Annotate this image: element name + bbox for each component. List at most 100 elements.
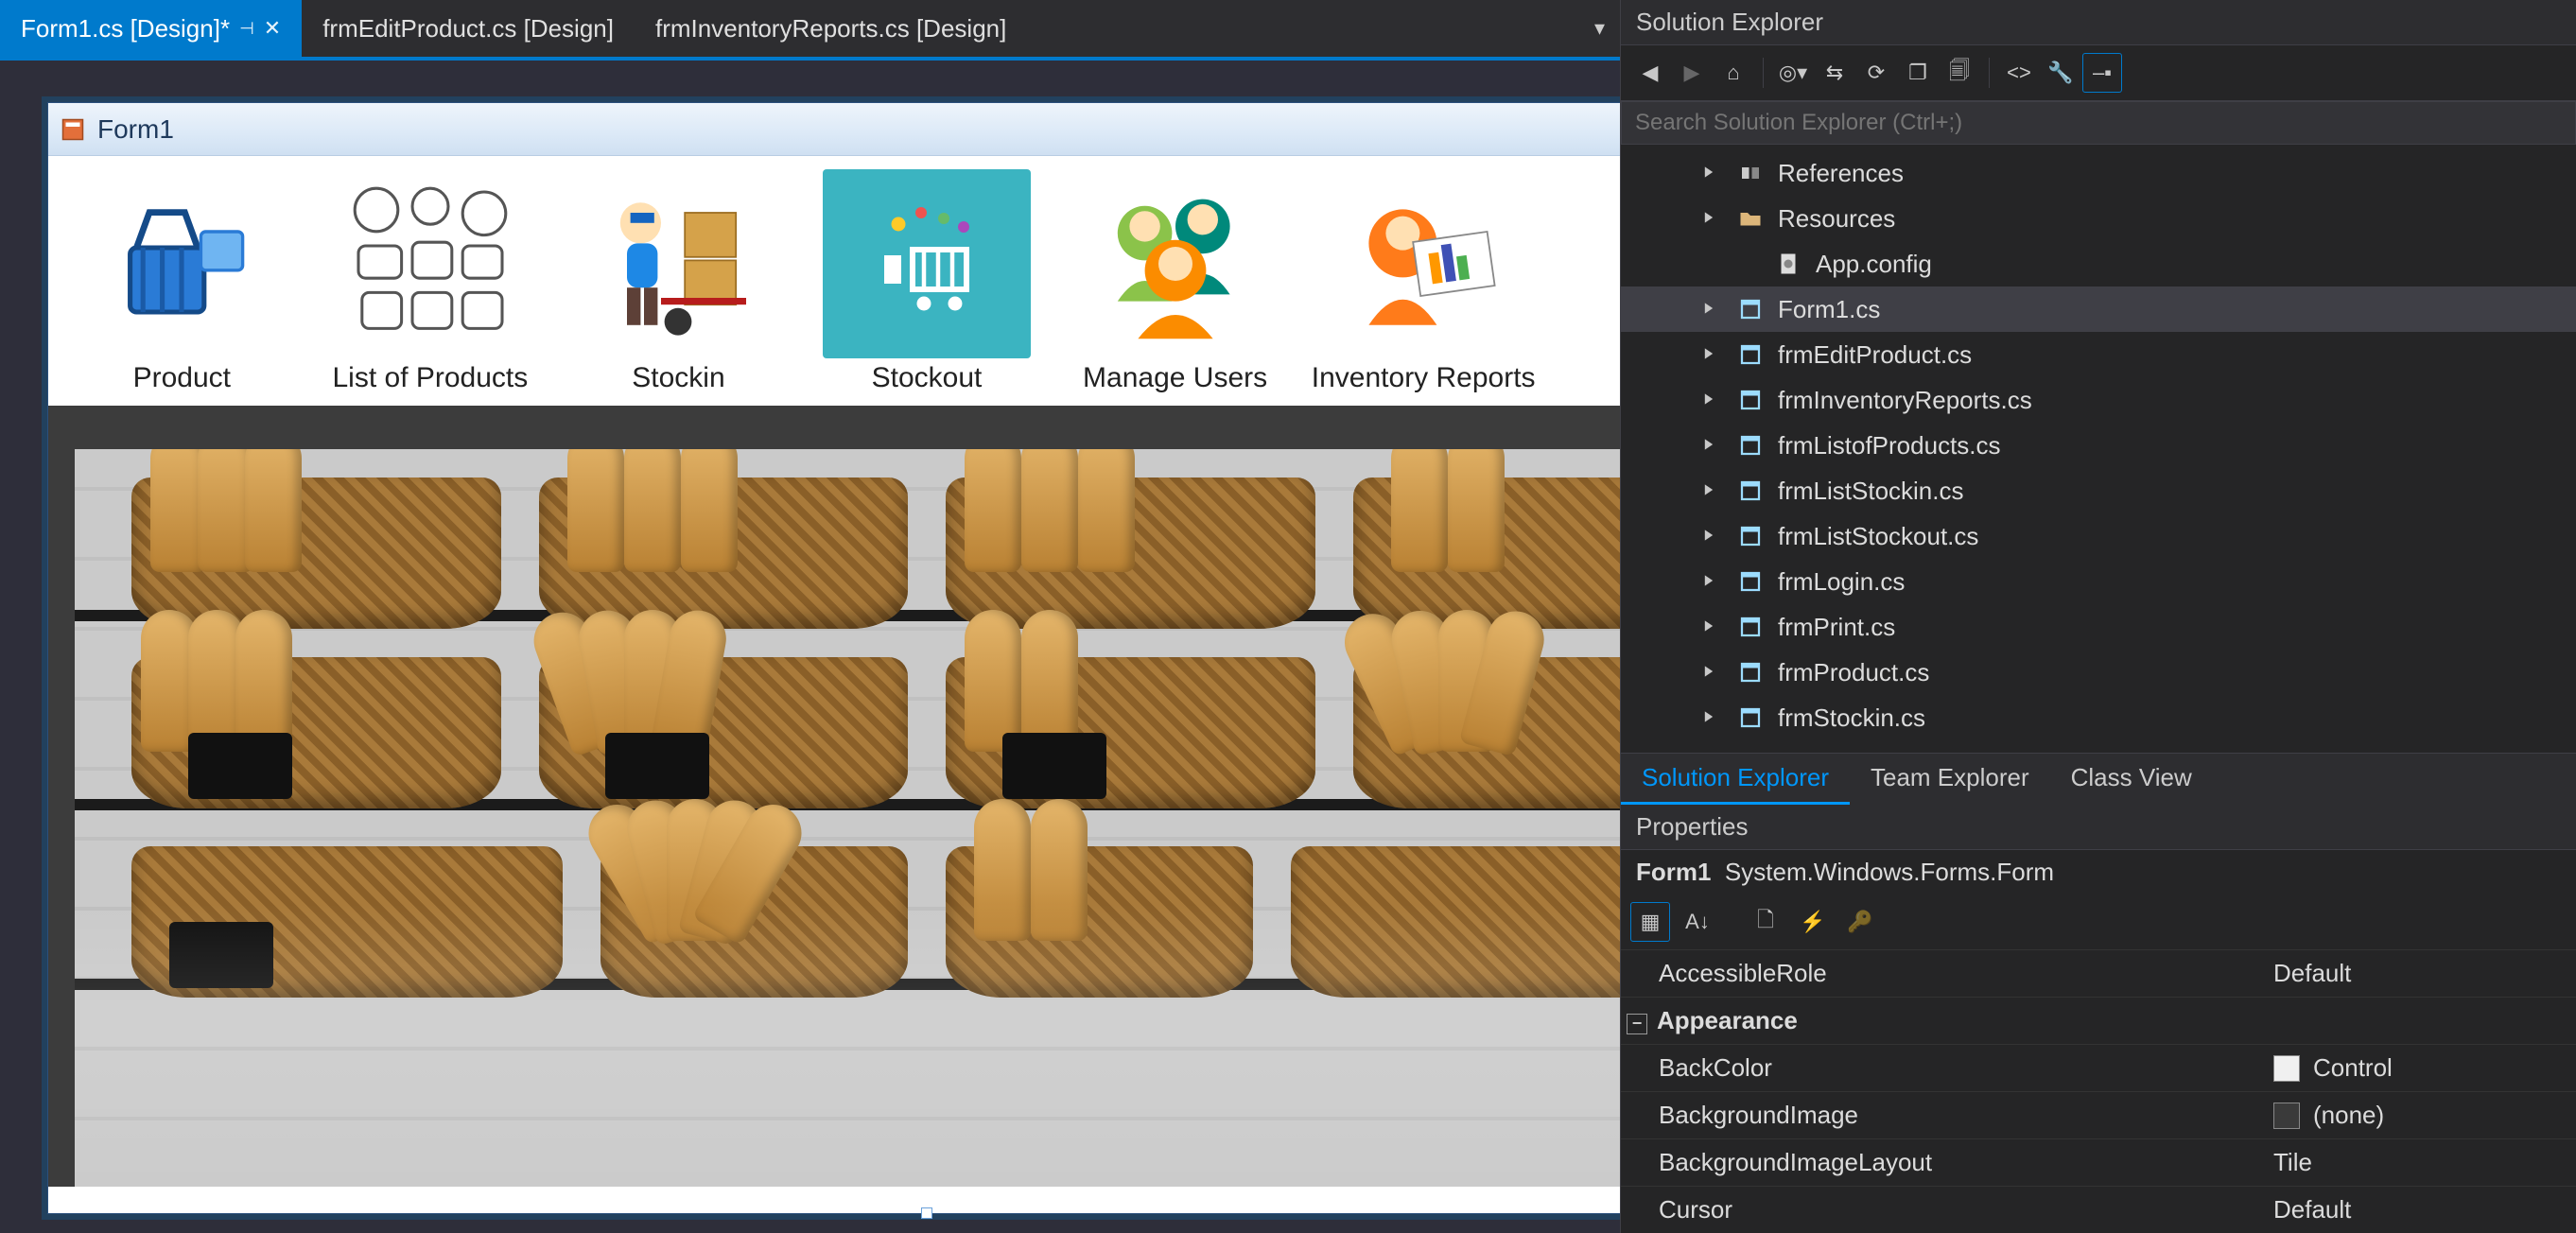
categorized-button[interactable]: ▦ (1630, 902, 1670, 942)
collapse-icon[interactable]: − (1627, 1014, 1647, 1034)
view-code-button[interactable]: <> (1999, 53, 2039, 93)
toolbar-product-button[interactable]: Product (58, 164, 306, 398)
property-value[interactable]: (none) (2273, 1101, 2576, 1130)
property-row-backgroundimage[interactable]: BackgroundImage(none) (1621, 1091, 2576, 1138)
property-value[interactable]: Default (2273, 959, 2576, 988)
tree-item-frmstockin-cs[interactable]: frmStockin.cs (1621, 695, 2576, 740)
toolbar-stockout-button[interactable]: Stockout (803, 164, 1052, 398)
toolbar-label: Stockout (872, 362, 983, 394)
references-icon (1736, 159, 1765, 187)
tab-label: frmEditProduct.cs [Design] (322, 14, 614, 43)
expander-icon[interactable] (1702, 572, 1723, 592)
tree-item-label: frmListStockout.cs (1778, 522, 1978, 551)
collapse-button[interactable]: ⟳ (1856, 53, 1896, 93)
resize-handle-bottom[interactable] (921, 1207, 932, 1219)
show-all-button[interactable]: ❐ (1898, 53, 1938, 93)
toolbar-label: Product (133, 362, 231, 394)
categorized-icon: ▦ (1641, 910, 1661, 934)
refresh-button[interactable]: ⇆ (1815, 53, 1854, 93)
toolbar-inventory-reports-button[interactable]: Inventory Reports (1299, 164, 1548, 398)
form-window[interactable]: Form1 ━ ▭ ✕ (47, 102, 1620, 1214)
preview-button[interactable]: –▪ (2082, 53, 2122, 93)
home-button[interactable]: ⌂ (1714, 53, 1753, 93)
tree-item-frmliststockout-cs[interactable]: frmListStockout.cs (1621, 513, 2576, 559)
tab-frminventoryreports-design[interactable]: frmInventoryReports.cs [Design] (635, 0, 1027, 57)
tree-item-frmlistofproducts-cs[interactable]: frmListofProducts.cs (1621, 423, 2576, 468)
tab-overflow-button[interactable]: ▾ (1587, 12, 1612, 44)
tree-item-form1-cs[interactable]: Form1.cs (1621, 287, 2576, 332)
tree-item-references[interactable]: References (1621, 150, 2576, 196)
tree-item-frmproduct-cs[interactable]: frmProduct.cs (1621, 650, 2576, 695)
expander-icon[interactable] (1702, 164, 1723, 183)
tab-solution-explorer[interactable]: Solution Explorer (1621, 754, 1850, 805)
tree-item-label: Form1.cs (1778, 295, 1880, 324)
form-client-area[interactable]: Product (48, 156, 1620, 1187)
expander-icon[interactable] (1702, 527, 1723, 547)
tree-item-frmeditproduct-cs[interactable]: frmEditProduct.cs (1621, 332, 2576, 377)
sync-button[interactable]: ◎▾ (1773, 53, 1813, 93)
nav-forward-button[interactable]: ▶ (1672, 53, 1712, 93)
tree-item-frmstockout-cs[interactable]: frmStockout.cs (1621, 740, 2576, 753)
nav-back-button[interactable]: ◀ (1630, 53, 1670, 93)
alphabetical-button[interactable]: A↓ (1678, 902, 1717, 942)
tab-label: Form1.cs [Design]* (21, 14, 230, 43)
property-row-cursor[interactable]: CursorDefault (1621, 1186, 2576, 1233)
messages-button[interactable]: 🔑 (1840, 902, 1880, 942)
tree-item-label: frmStockin.cs (1778, 703, 1925, 733)
expander-icon[interactable] (1702, 209, 1723, 229)
tree-item-frminventoryreports-cs[interactable]: frmInventoryReports.cs (1621, 377, 2576, 423)
background-image-placeholder[interactable] (75, 449, 1620, 1187)
tab-frmeditproduct-design[interactable]: frmEditProduct.cs [Design] (302, 0, 635, 57)
tree-item-label: frmLogin.cs (1778, 567, 1905, 597)
close-icon[interactable]: ✕ (264, 16, 281, 41)
toolbar-stockin-button[interactable]: Stockin (554, 164, 803, 398)
expander-icon[interactable] (1702, 663, 1723, 683)
tab-label: frmInventoryReports.cs [Design] (655, 14, 1006, 43)
form-designer-surface[interactable]: Form1 ━ ▭ ✕ (0, 61, 1620, 1233)
form-icon (60, 116, 86, 143)
tab-class-view[interactable]: Class View (2050, 754, 2213, 805)
properties-selected-object[interactable]: Form1 System.Windows.Forms.Form (1621, 850, 2576, 894)
expander-icon[interactable] (1702, 300, 1723, 320)
events-button[interactable]: ⚡ (1793, 902, 1833, 942)
properties-button[interactable]: 🗐 (1940, 53, 1979, 93)
tree-item-label: frmInventoryReports.cs (1778, 386, 2032, 415)
property-value[interactable]: Control (2273, 1053, 2576, 1083)
separator (1989, 58, 1990, 88)
tree-item-frmlogin-cs[interactable]: frmLogin.cs (1621, 559, 2576, 604)
tree-item-app-config[interactable]: App.config (1621, 241, 2576, 287)
expander-icon[interactable] (1702, 436, 1723, 456)
wrench-button[interactable]: 🔧 (2041, 53, 2080, 93)
property-pages-button[interactable]: 🗋 (1746, 902, 1785, 942)
property-name: AccessibleRole (1621, 959, 2273, 988)
toolbar-manage-users-button[interactable]: Manage Users (1051, 164, 1299, 398)
expander-icon[interactable] (1702, 481, 1723, 501)
property-value[interactable]: Default (2273, 1195, 2576, 1224)
tree-item-frmliststockin-cs[interactable]: frmListStockin.cs (1621, 468, 2576, 513)
pin-icon[interactable]: ⊣ (239, 19, 254, 39)
object-name: Form1 (1636, 858, 1711, 886)
property-name: BackgroundImageLayout (1621, 1148, 2273, 1177)
tab-form1-design[interactable]: Form1.cs [Design]* ⊣ ✕ (0, 0, 302, 57)
code-icon: <> (2007, 61, 2031, 85)
config-icon (1774, 250, 1802, 278)
expander-icon[interactable] (1702, 391, 1723, 410)
solution-explorer-tree[interactable]: ReferencesResourcesApp.config Form1.cs frm… (1621, 145, 2576, 753)
toolbar-list-of-products-button[interactable]: List of Products (306, 164, 555, 398)
properties-grid[interactable]: AccessibleRoleDefault−AppearanceBackColo… (1621, 949, 2576, 1233)
tab-team-explorer[interactable]: Team Explorer (1850, 754, 2050, 805)
property-value[interactable]: Tile (2273, 1148, 2576, 1177)
property-row-accessiblerole[interactable]: AccessibleRoleDefault (1621, 949, 2576, 997)
csform-icon (1736, 477, 1765, 505)
tree-item-frmprint-cs[interactable]: frmPrint.cs (1621, 604, 2576, 650)
search-input[interactable] (1621, 101, 2576, 145)
expander-icon[interactable] (1702, 345, 1723, 365)
tree-item-resources[interactable]: Resources (1621, 196, 2576, 241)
expander-icon[interactable] (1702, 708, 1723, 728)
form-titlebar[interactable]: Form1 ━ ▭ ✕ (48, 103, 1620, 156)
property-row-backgroundimagelayout[interactable]: BackgroundImageLayoutTile (1621, 1138, 2576, 1186)
expander-icon[interactable] (1702, 617, 1723, 637)
property-row-appearance[interactable]: −Appearance (1621, 997, 2576, 1044)
property-row-backcolor[interactable]: BackColorControl (1621, 1044, 2576, 1091)
toolbar-login-button[interactable]: Login (1547, 164, 1620, 398)
